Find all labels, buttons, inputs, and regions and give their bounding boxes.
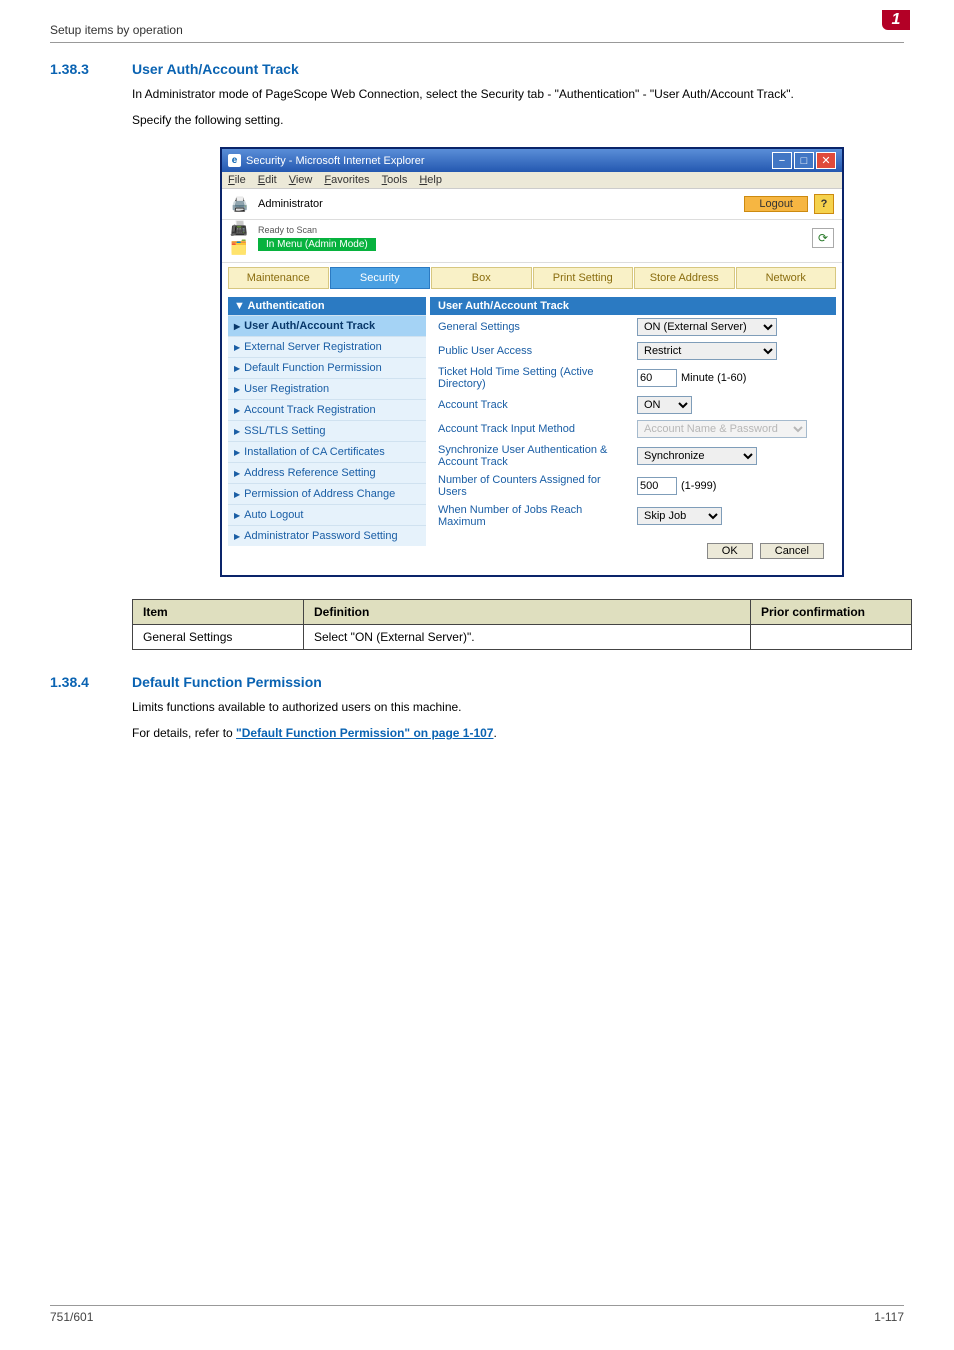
- scanner-icon: 📠: [230, 220, 258, 237]
- select-synchronize[interactable]: Synchronize: [637, 447, 757, 465]
- tab-maintenance[interactable]: Maintenance: [228, 267, 329, 289]
- refresh-button[interactable]: ⟳: [812, 228, 834, 248]
- select-public-user-access[interactable]: Restrict: [637, 342, 777, 360]
- label-counters: Number of Counters Assigned for Users: [438, 474, 629, 498]
- section-number: 1.38.4: [50, 674, 132, 690]
- section-para: In Administrator mode of PageScope Web C…: [132, 85, 904, 103]
- sidebar-item-account-track-reg[interactable]: ▶Account Track Registration: [228, 399, 426, 420]
- breadcrumb: Setup items by operation: [50, 23, 183, 37]
- sidebar-item-ssl-tls[interactable]: ▶SSL/TLS Setting: [228, 420, 426, 441]
- sidebar-item-ca-certificates[interactable]: ▶Installation of CA Certificates: [228, 441, 426, 462]
- label-counters-unit: (1-999): [681, 480, 716, 492]
- ie-icon: e: [228, 154, 241, 167]
- select-at-input-method: Account Name & Password: [637, 420, 807, 438]
- td-definition: Select "ON (External Server)".: [304, 625, 751, 650]
- label-synchronize: Synchronize User Authentication & Accoun…: [438, 444, 629, 468]
- select-jobs-max[interactable]: Skip Job: [637, 507, 722, 525]
- td-prior: [751, 625, 912, 650]
- label-account-track: Account Track: [438, 399, 629, 411]
- admin-label: Administrator: [258, 198, 323, 210]
- status-icons: 📠 🗂️: [230, 220, 258, 256]
- maximize-button[interactable]: □: [794, 152, 814, 169]
- sidebar-item-auto-logout[interactable]: ▶Auto Logout: [228, 504, 426, 525]
- label-general-settings: General Settings: [438, 321, 629, 333]
- label-jobs-max: When Number of Jobs Reach Maximum: [438, 504, 629, 528]
- tab-security[interactable]: Security: [330, 267, 431, 289]
- cancel-button[interactable]: Cancel: [760, 543, 824, 559]
- footer-right: 1-117: [874, 1310, 904, 1324]
- section-para: For details, refer to "Default Function …: [132, 724, 904, 742]
- sidebar-item-permission-address[interactable]: ▶Permission of Address Change: [228, 483, 426, 504]
- window-title: Security - Microsoft Internet Explorer: [246, 155, 425, 167]
- tab-box[interactable]: Box: [431, 267, 532, 289]
- th-prior: Prior confirmation: [751, 600, 912, 625]
- screenshot-window: e Security - Microsoft Internet Explorer…: [220, 147, 844, 577]
- input-ticket-hold[interactable]: [637, 369, 677, 387]
- sidebar-item-user-registration[interactable]: ▶User Registration: [228, 378, 426, 399]
- help-button[interactable]: ?: [814, 194, 834, 214]
- section-para: Specify the following setting.: [132, 111, 904, 129]
- minimize-button[interactable]: −: [772, 152, 792, 169]
- label-at-input-method: Account Track Input Method: [438, 423, 629, 435]
- sidebar-item-user-auth[interactable]: ▶User Auth/Account Track: [228, 315, 426, 336]
- tab-network[interactable]: Network: [736, 267, 837, 289]
- section-title: Default Function Permission: [132, 674, 322, 690]
- close-button[interactable]: ✕: [816, 152, 836, 169]
- window-titlebar: e Security - Microsoft Internet Explorer…: [222, 149, 842, 172]
- menu-edit[interactable]: Edit: [258, 174, 277, 186]
- admin-mode-badge: In Menu (Admin Mode): [258, 238, 376, 251]
- page-badge: 1: [882, 10, 910, 30]
- section-number: 1.38.3: [50, 61, 132, 77]
- label-ticket-hold: Ticket Hold Time Setting (Active Directo…: [438, 366, 629, 390]
- sidebar-item-external-server[interactable]: ▶External Server Registration: [228, 336, 426, 357]
- menu-view[interactable]: View: [289, 174, 313, 186]
- section-title: User Auth/Account Track: [132, 61, 299, 77]
- menu-favorites[interactable]: Favorites: [324, 174, 369, 186]
- sidebar-item-address-reference[interactable]: ▶Address Reference Setting: [228, 462, 426, 483]
- section-para: Limits functions available to authorized…: [132, 698, 904, 716]
- select-general-settings[interactable]: ON (External Server): [637, 318, 777, 336]
- panel-head: User Auth/Account Track: [430, 297, 836, 315]
- td-item: General Settings: [133, 625, 304, 650]
- tab-print-setting[interactable]: Print Setting: [533, 267, 634, 289]
- menu-tools[interactable]: Tools: [382, 174, 408, 186]
- input-counters[interactable]: [637, 477, 677, 495]
- sidebar-head: ▼ Authentication: [228, 297, 426, 315]
- th-item: Item: [133, 600, 304, 625]
- ready-status: Ready to Scan: [258, 225, 376, 235]
- select-account-track[interactable]: ON: [637, 396, 692, 414]
- menu-help[interactable]: Help: [419, 174, 442, 186]
- definition-table: Item Definition Prior confirmation Gener…: [132, 599, 912, 650]
- label-ticket-unit: Minute (1-60): [681, 372, 746, 384]
- ok-button[interactable]: OK: [707, 543, 753, 559]
- footer-left: 751/601: [50, 1310, 93, 1324]
- printer-icon: 🖨️: [230, 195, 250, 213]
- menu-file[interactable]: File: [228, 174, 246, 186]
- sidebar-item-admin-password[interactable]: ▶Administrator Password Setting: [228, 525, 426, 546]
- th-definition: Definition: [304, 600, 751, 625]
- device-icon: 🗂️: [230, 239, 258, 256]
- label-public-user-access: Public User Access: [438, 345, 629, 357]
- logout-button[interactable]: Logout: [744, 196, 808, 212]
- tab-store-address[interactable]: Store Address: [634, 267, 735, 289]
- menubar: File Edit View Favorites Tools Help: [222, 172, 842, 189]
- sidebar-item-default-function[interactable]: ▶Default Function Permission: [228, 357, 426, 378]
- cross-reference-link[interactable]: "Default Function Permission" on page 1-…: [236, 726, 493, 740]
